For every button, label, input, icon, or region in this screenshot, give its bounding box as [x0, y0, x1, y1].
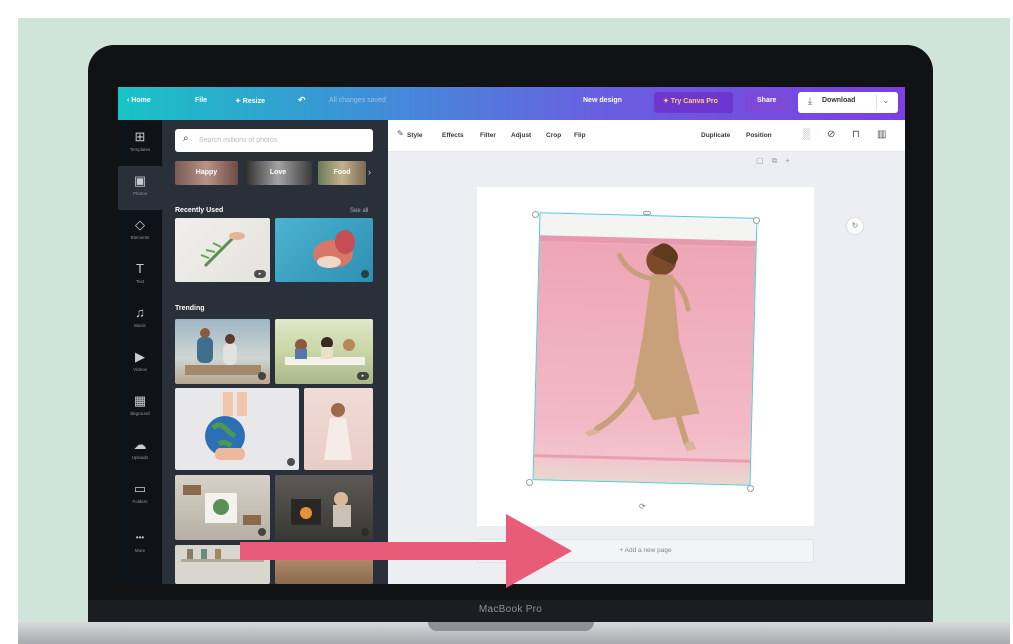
sidebar-item-music[interactable]: ♫ Music — [118, 298, 162, 342]
divider — [876, 95, 877, 110]
photos-icon: ▣ — [133, 173, 147, 188]
chip-love[interactable]: Love — [244, 161, 312, 185]
sidebar-item-more[interactable]: ••• More — [118, 523, 162, 567]
search-box[interactable]: ⌕ — [175, 129, 373, 152]
resize-handle[interactable] — [747, 485, 754, 492]
chip-happy[interactable]: Happy — [175, 161, 238, 185]
sidebar-item-folders[interactable]: ▭ Folders — [118, 474, 162, 518]
crop-button[interactable]: Crop — [546, 132, 561, 139]
selected-photo[interactable] — [532, 212, 758, 486]
photo-thumbnail[interactable]: ▸ — [175, 218, 270, 282]
video-badge: ▸ — [357, 372, 369, 380]
sidebar-item-background[interactable]: ▦ Bkground — [118, 386, 162, 430]
chip-food[interactable]: Food — [318, 161, 366, 185]
sidebar-item-uploads[interactable]: ☁ Uploads — [118, 430, 162, 474]
side-nav: ⊞ Templates ▣ Photos ◇ Elements T Text ♫… — [118, 120, 162, 584]
section-title-recently-used: Recently Used — [175, 207, 224, 214]
effects-button[interactable]: Effects — [442, 132, 464, 139]
info-badge — [361, 270, 369, 278]
music-icon: ♫ — [135, 305, 145, 320]
resize-handle[interactable] — [526, 479, 533, 486]
section-title-trending: Trending — [175, 305, 205, 312]
resize-button[interactable]: ✦ Resize — [235, 97, 265, 105]
photo-thumbnail[interactable] — [304, 388, 373, 470]
videos-icon: ▶ — [135, 349, 145, 364]
photo-thumbnail[interactable] — [175, 388, 299, 470]
share-button[interactable]: Share — [745, 92, 790, 113]
file-menu[interactable]: File — [195, 97, 207, 104]
search-icon: ⌕ — [183, 133, 189, 144]
lock-icon[interactable]: ⊓ — [852, 129, 860, 140]
text-icon: T — [136, 261, 144, 276]
info-badge — [258, 372, 266, 380]
folders-icon: ▭ — [133, 481, 147, 496]
info-badge — [287, 458, 295, 466]
resize-handle[interactable] — [532, 211, 539, 218]
add-page-icon[interactable]: + — [785, 156, 798, 165]
globe-image — [205, 392, 247, 460]
rotate-icon[interactable]: ⟳ — [639, 502, 646, 511]
style-icon: ✎ — [397, 129, 404, 138]
design-title[interactable]: New design — [583, 97, 622, 104]
page-actions: ▢⧉+ — [756, 156, 798, 166]
sidebar-item-templates[interactable]: ⊞ Templates — [118, 122, 162, 166]
see-all-link[interactable]: See all — [350, 208, 368, 214]
transparency-icon[interactable]: ░ — [803, 129, 810, 140]
food-hands-image — [313, 230, 355, 268]
sidebar-item-videos[interactable]: ▶ Videos — [118, 342, 162, 386]
laptop-notch — [428, 622, 594, 631]
position-button[interactable]: Position — [746, 132, 772, 139]
link-icon[interactable]: ⊘ — [827, 129, 835, 140]
chevron-right-icon[interactable]: › — [368, 167, 371, 177]
copy-style-icon[interactable]: ▢ — [756, 156, 772, 165]
download-icon: ⤓ — [808, 96, 812, 106]
photo-thumbnail[interactable] — [175, 319, 270, 384]
more-icon: ••• — [135, 533, 145, 542]
duplicate-button[interactable]: Duplicate — [701, 132, 730, 139]
home-button[interactable]: ‹ Home — [127, 97, 151, 104]
resize-handle[interactable] — [643, 211, 651, 215]
photo-thumbnail[interactable] — [275, 218, 373, 282]
search-input[interactable] — [199, 133, 367, 148]
resize-handle[interactable] — [753, 217, 760, 224]
woman-dress-image — [324, 403, 352, 460]
design-page[interactable]: ⟳ — [477, 187, 814, 526]
bottom-bezel: MacBook Pro — [88, 600, 933, 622]
video-badge: ▸ — [254, 270, 266, 278]
family-kitchen-image — [185, 328, 261, 375]
style-button[interactable]: Style — [407, 132, 423, 139]
flip-button[interactable]: Flip — [574, 132, 586, 139]
sidebar-item-text[interactable]: T Text — [118, 254, 162, 298]
filter-button[interactable]: Filter — [480, 132, 496, 139]
duplicate-page-icon[interactable]: ⧉ — [772, 156, 786, 165]
adjust-button[interactable]: Adjust — [511, 132, 531, 139]
element-toolbar: ✎ Style Effects Filter Adjust Crop Flip … — [388, 120, 905, 152]
background-icon: ▦ — [133, 393, 147, 408]
top-bar: ‹ Home File ✦ Resize ↶ All changes saved… — [118, 87, 905, 120]
sidebar-item-photos[interactable]: ▣ Photos — [118, 166, 162, 210]
callout-arrow — [240, 514, 572, 588]
brand-label: MacBook Pro — [478, 604, 543, 615]
uploads-icon: ☁ — [133, 437, 147, 452]
chevron-down-icon[interactable]: ⌄ — [882, 95, 890, 106]
trash-icon[interactable]: ▥ — [877, 129, 886, 140]
undo-icon[interactable]: ↶ — [298, 95, 306, 106]
woman-jumping-image — [584, 243, 700, 452]
download-button[interactable]: ⤓ Download ⌄ — [798, 92, 898, 113]
sidebar-item-elements[interactable]: ◇ Elements — [118, 210, 162, 254]
photo-thumbnail[interactable]: ▸ — [275, 319, 373, 384]
refresh-icon[interactable]: ↻ — [847, 218, 863, 234]
try-pro-button[interactable]: ✦ Try Canva Pro — [654, 92, 733, 113]
save-status: All changes saved — [329, 97, 386, 104]
elements-icon: ◇ — [135, 217, 145, 232]
category-chips: Happy Love Food › — [175, 161, 373, 185]
templates-icon: ⊞ — [134, 129, 146, 144]
